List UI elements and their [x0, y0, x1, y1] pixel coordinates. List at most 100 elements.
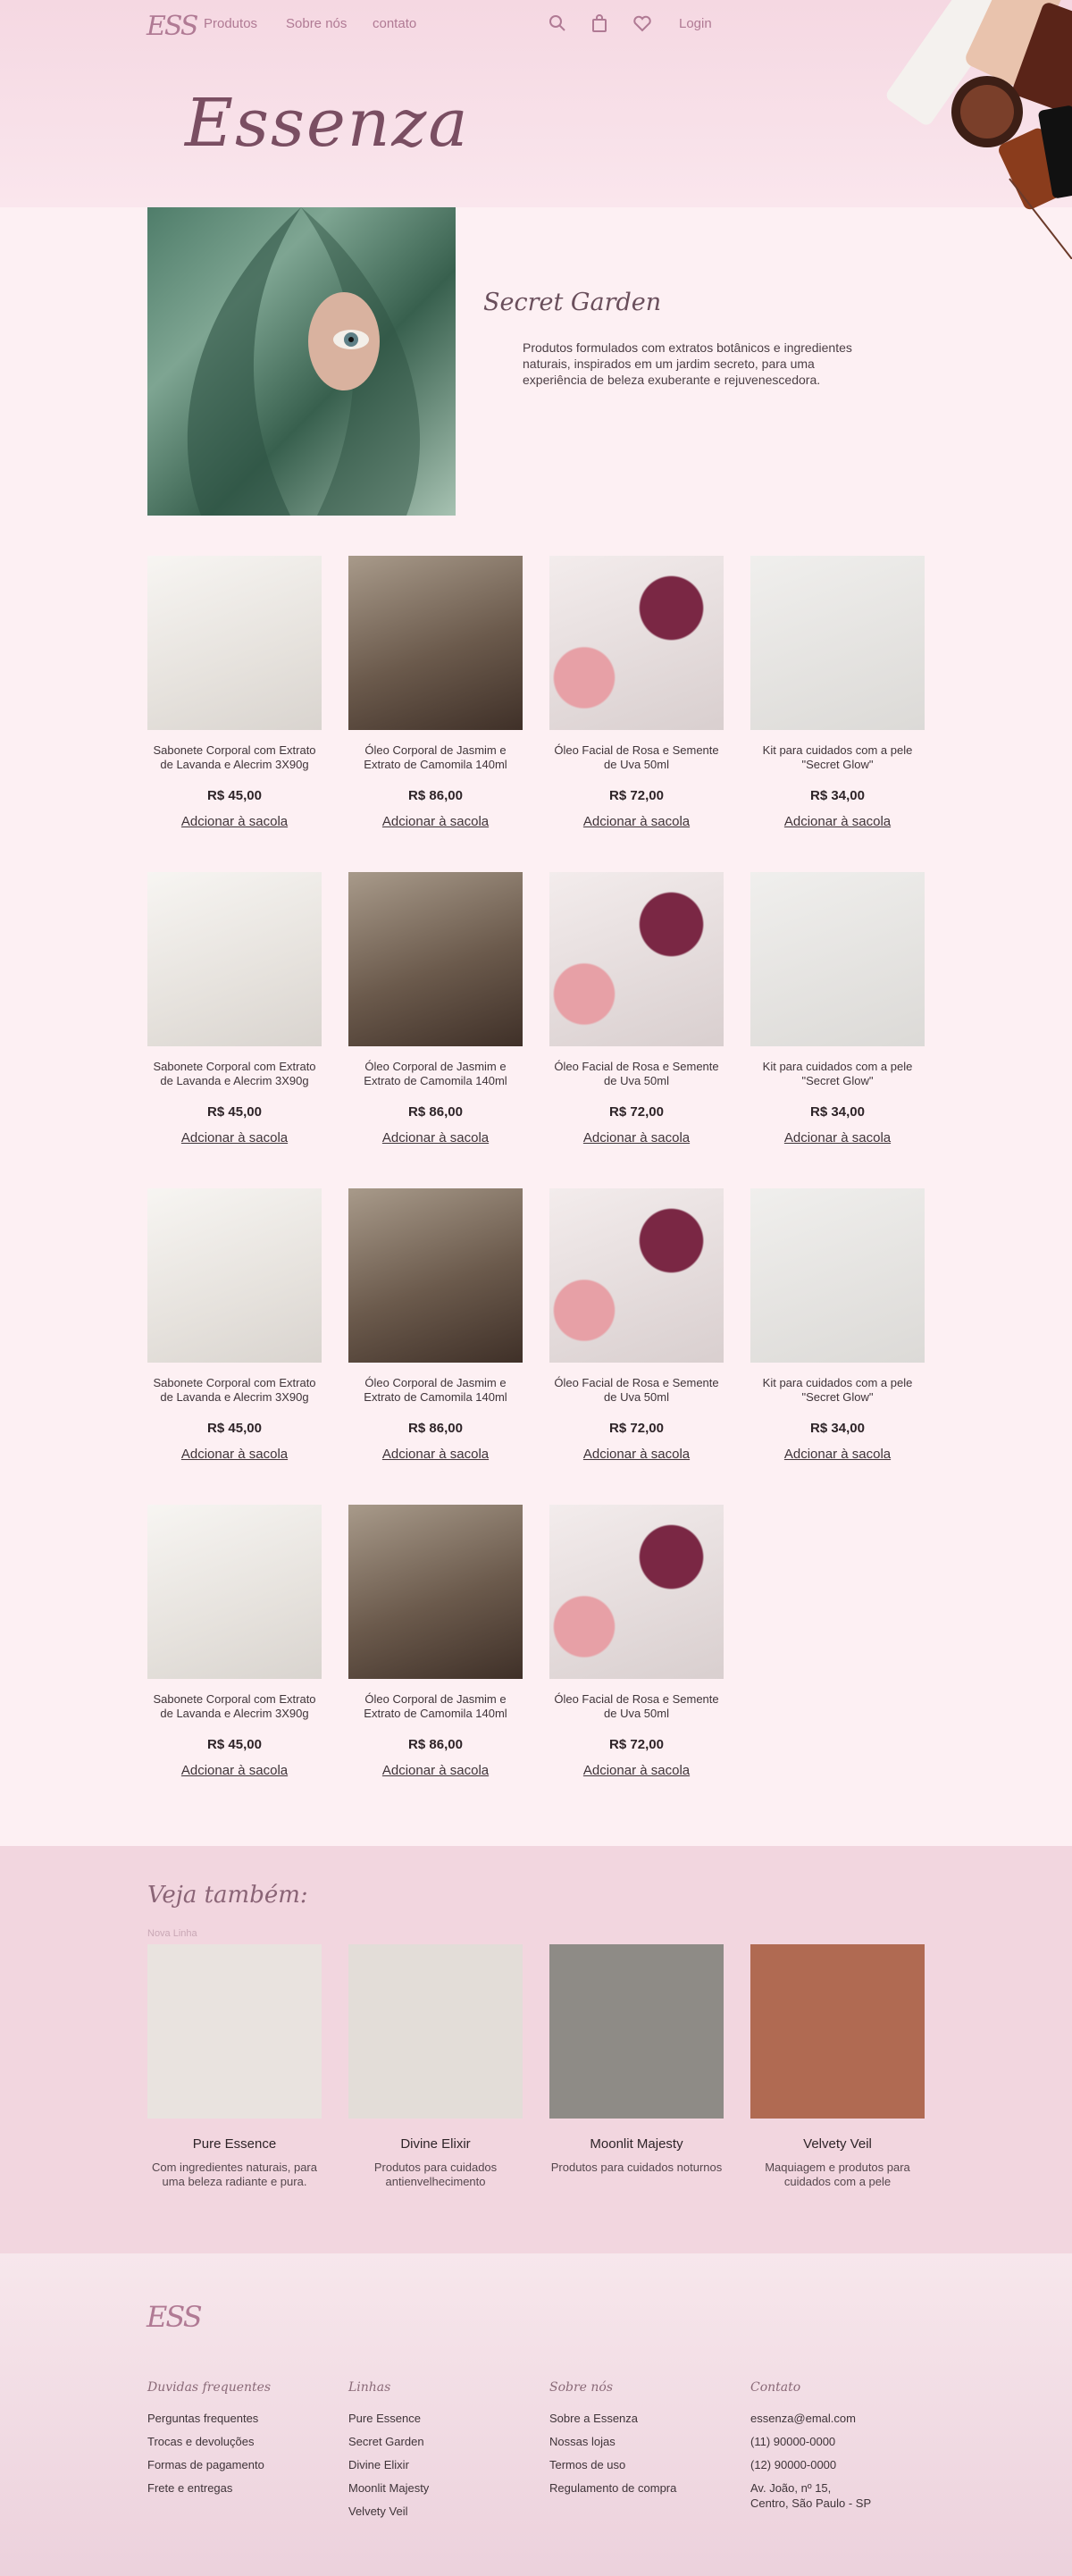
footer-link[interactable]: essenza@emal.com	[750, 2411, 929, 2426]
product-card[interactable]: Óleo Corporal de Jasmim e Extrato de Cam…	[348, 1188, 523, 1463]
product-image[interactable]	[147, 872, 322, 1046]
bag-icon[interactable]	[589, 13, 610, 34]
add-to-bag-button[interactable]: Adcionar à sacola	[382, 814, 489, 829]
footer-link[interactable]: Regulamento de compra	[549, 2480, 728, 2496]
product-card[interactable]: Óleo Facial de Rosa e Semente de Uva 50m…	[549, 556, 724, 830]
nav-contato[interactable]: contato	[373, 16, 416, 31]
add-to-bag-button[interactable]: Adcionar à sacola	[181, 1130, 288, 1145]
line-image[interactable]	[549, 1944, 724, 2119]
product-card[interactable]: Sabonete Corporal com Extrato de Lavanda…	[147, 556, 322, 830]
footer-heading: Contato	[750, 2380, 801, 2395]
footer-link[interactable]: Termos de uso	[549, 2457, 728, 2472]
footer-link[interactable]: Trocas e devoluções	[147, 2434, 326, 2449]
footer-link[interactable]: Velvety Veil	[348, 2504, 527, 2519]
footer-link[interactable]: Frete e entregas	[147, 2480, 326, 2496]
product-image[interactable]	[147, 1505, 322, 1679]
product-card[interactable]: Kit para cuidados com a pele "Secret Glo…	[750, 872, 925, 1146]
footer-link[interactable]: Pure Essence	[348, 2411, 527, 2426]
add-to-bag-button[interactable]: Adcionar à sacola	[583, 1447, 690, 1462]
add-to-bag-button[interactable]: Adcionar à sacola	[784, 1447, 891, 1462]
product-image[interactable]	[750, 872, 925, 1046]
product-card[interactable]: Óleo Facial de Rosa e Semente de Uva 50m…	[549, 872, 724, 1146]
product-price: R$ 45,00	[207, 1421, 262, 1436]
add-to-bag-button[interactable]: Adcionar à sacola	[181, 1763, 288, 1778]
line-card[interactable]: Divine Elixir Produtos para cuidados anti…	[348, 1944, 523, 2189]
add-to-bag-button[interactable]: Adcionar à sacola	[583, 1763, 690, 1778]
product-image[interactable]	[549, 1188, 724, 1363]
product-image[interactable]	[750, 1188, 925, 1363]
footer-link[interactable]: Formas de pagamento	[147, 2457, 326, 2472]
nav-sobre-nos[interactable]: Sobre nós	[286, 16, 347, 31]
footer-link[interactable]: Moonlit Majesty	[348, 2480, 527, 2496]
product-card[interactable]: Kit para cuidados com a pele "Secret Glo…	[750, 556, 925, 830]
product-price: R$ 45,00	[207, 1737, 262, 1752]
add-to-bag-button[interactable]: Adcionar à sacola	[382, 1447, 489, 1462]
product-name: Kit para cuidados com a pele "Secret Glo…	[762, 1060, 913, 1087]
add-to-bag-button[interactable]: Adcionar à sacola	[382, 1130, 489, 1145]
heart-icon[interactable]	[632, 13, 653, 34]
product-image[interactable]	[750, 556, 925, 730]
login-link[interactable]: Login	[679, 16, 712, 31]
add-to-bag-button[interactable]: Adcionar à sacola	[382, 1763, 489, 1778]
add-to-bag-button[interactable]: Adcionar à sacola	[583, 1130, 690, 1145]
line-name: Moonlit Majesty	[590, 2136, 683, 2152]
product-card[interactable]: Óleo Facial de Rosa e Semente de Uva 50m…	[549, 1188, 724, 1463]
footer-link[interactable]: Perguntas frequentes	[147, 2411, 326, 2426]
line-image[interactable]	[147, 1944, 322, 2119]
add-to-bag-button[interactable]: Adcionar à sacola	[583, 814, 690, 829]
product-price: R$ 34,00	[810, 1104, 865, 1120]
footer-link[interactable]: Av. João, nº 15, Centro, São Paulo - SP	[750, 2480, 929, 2511]
product-price: R$ 86,00	[408, 1104, 463, 1120]
add-to-bag-button[interactable]: Adcionar à sacola	[181, 814, 288, 829]
product-image[interactable]	[348, 872, 523, 1046]
add-to-bag-button[interactable]: Adcionar à sacola	[784, 814, 891, 829]
product-image[interactable]	[147, 1188, 322, 1363]
footer-link[interactable]: Nossas lojas	[549, 2434, 728, 2449]
product-name: Óleo Corporal de Jasmim e Extrato de Cam…	[364, 1376, 507, 1404]
new-line-tag: Nova Linha	[147, 1928, 197, 1939]
line-card[interactable]: Pure Essence Com ingredientes naturais, p…	[147, 1944, 322, 2189]
product-price: R$ 86,00	[408, 1737, 463, 1752]
product-image[interactable]	[549, 1505, 724, 1679]
product-image[interactable]	[348, 556, 523, 730]
footer: ESS Duvidas frequentes Perguntas frequent…	[0, 2253, 1072, 2576]
product-name: Óleo Facial de Rosa e Semente de Uva 50m…	[554, 1692, 719, 1720]
product-card[interactable]: Sabonete Corporal com Extrato de Lavanda…	[147, 872, 322, 1146]
line-description: Com ingredientes naturais, para uma bele…	[152, 2161, 317, 2188]
search-icon[interactable]	[547, 13, 568, 34]
product-image[interactable]	[549, 556, 724, 730]
product-image[interactable]	[147, 556, 322, 730]
footer-logo[interactable]: ESS	[147, 2300, 203, 2334]
line-image[interactable]	[348, 1944, 523, 2119]
product-name: Sabonete Corporal com Extrato de Lavanda…	[153, 1692, 316, 1720]
logo[interactable]: ESS	[147, 11, 199, 42]
footer-link[interactable]: Sobre a Essenza	[549, 2411, 728, 2426]
line-name: Pure Essence	[192, 2136, 277, 2152]
cosmetics-decoration	[886, 0, 1072, 259]
product-name: Óleo Corporal de Jasmim e Extrato de Cam…	[364, 743, 507, 771]
line-card[interactable]: Moonlit Majesty Produtos para cuidados no…	[549, 1944, 724, 2175]
footer-link[interactable]: Secret Garden	[348, 2434, 527, 2449]
product-image[interactable]	[348, 1188, 523, 1363]
product-card[interactable]: Óleo Corporal de Jasmim e Extrato de Cam…	[348, 872, 523, 1146]
product-card[interactable]: Óleo Corporal de Jasmim e Extrato de Cam…	[348, 1505, 523, 1779]
product-card[interactable]: Óleo Facial de Rosa e Semente de Uva 50m…	[549, 1505, 724, 1779]
footer-link[interactable]: (12) 90000-0000	[750, 2457, 929, 2472]
product-image[interactable]	[549, 872, 724, 1046]
line-card[interactable]: Velvety Veil Maquiagem e produtos para cu…	[750, 1944, 925, 2189]
add-to-bag-button[interactable]: Adcionar à sacola	[181, 1447, 288, 1462]
add-to-bag-button[interactable]: Adcionar à sacola	[784, 1130, 891, 1145]
product-card[interactable]: Óleo Corporal de Jasmim e Extrato de Cam…	[348, 556, 523, 830]
footer-column: Linhas Pure Essence Secret Garden Divine El…	[348, 2380, 527, 2527]
product-name: Óleo Facial de Rosa e Semente de Uva 50m…	[554, 1376, 719, 1404]
product-card[interactable]: Sabonete Corporal com Extrato de Lavanda…	[147, 1188, 322, 1463]
footer-link[interactable]: Divine Elixir	[348, 2457, 527, 2472]
footer-heading: Duvidas frequentes	[147, 2380, 272, 2395]
footer-column: Contato essenza@emal.com (11) 90000-0000 (1…	[750, 2380, 929, 2519]
nav-produtos[interactable]: Produtos	[204, 16, 257, 31]
footer-link[interactable]: (11) 90000-0000	[750, 2434, 929, 2449]
product-image[interactable]	[348, 1505, 523, 1679]
product-card[interactable]: Sabonete Corporal com Extrato de Lavanda…	[147, 1505, 322, 1779]
line-image[interactable]	[750, 1944, 925, 2119]
product-card[interactable]: Kit para cuidados com a pele "Secret Glo…	[750, 1188, 925, 1463]
